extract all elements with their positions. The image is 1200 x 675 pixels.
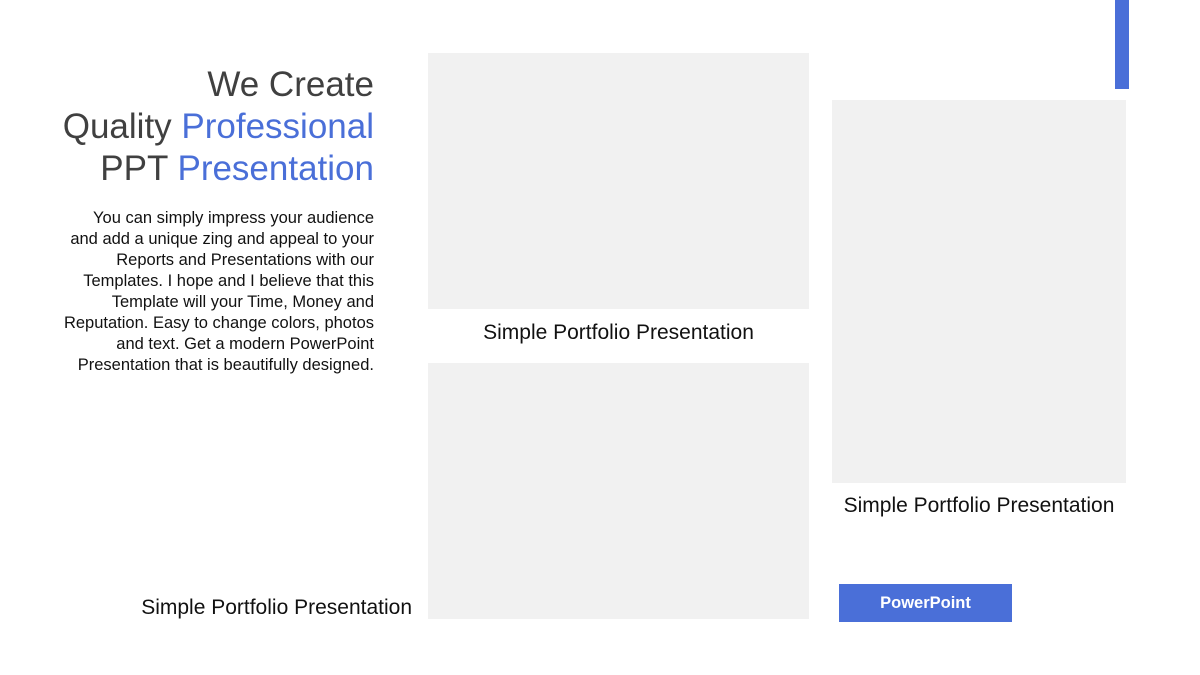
accent-bar xyxy=(1115,0,1129,89)
headline-line-3-accent: Presentation xyxy=(177,149,374,188)
headline-line-3: PPT Presentation xyxy=(40,148,374,190)
headline-line-2-prefix: Quality xyxy=(62,107,182,146)
photo-placeholder-bottom xyxy=(428,363,809,619)
headline-line-2-accent: Professional xyxy=(181,107,374,146)
headline-line-2: Quality Professional xyxy=(40,106,374,148)
headline: We Create Quality Professional PPT Prese… xyxy=(40,64,374,190)
headline-line-3-prefix: PPT xyxy=(100,149,178,188)
powerpoint-button[interactable]: PowerPoint xyxy=(839,584,1012,622)
body-paragraph: You can simply impress your audience and… xyxy=(63,209,374,374)
photo-placeholder-right xyxy=(832,100,1126,483)
headline-line-1: We Create xyxy=(207,65,374,104)
caption-bottom-left: Simple Portfolio Presentation xyxy=(141,596,412,619)
caption-right: Simple Portfolio Presentation xyxy=(843,494,1115,517)
caption-top-center: Simple Portfolio Presentation xyxy=(483,321,754,344)
photo-placeholder-top xyxy=(428,53,809,309)
